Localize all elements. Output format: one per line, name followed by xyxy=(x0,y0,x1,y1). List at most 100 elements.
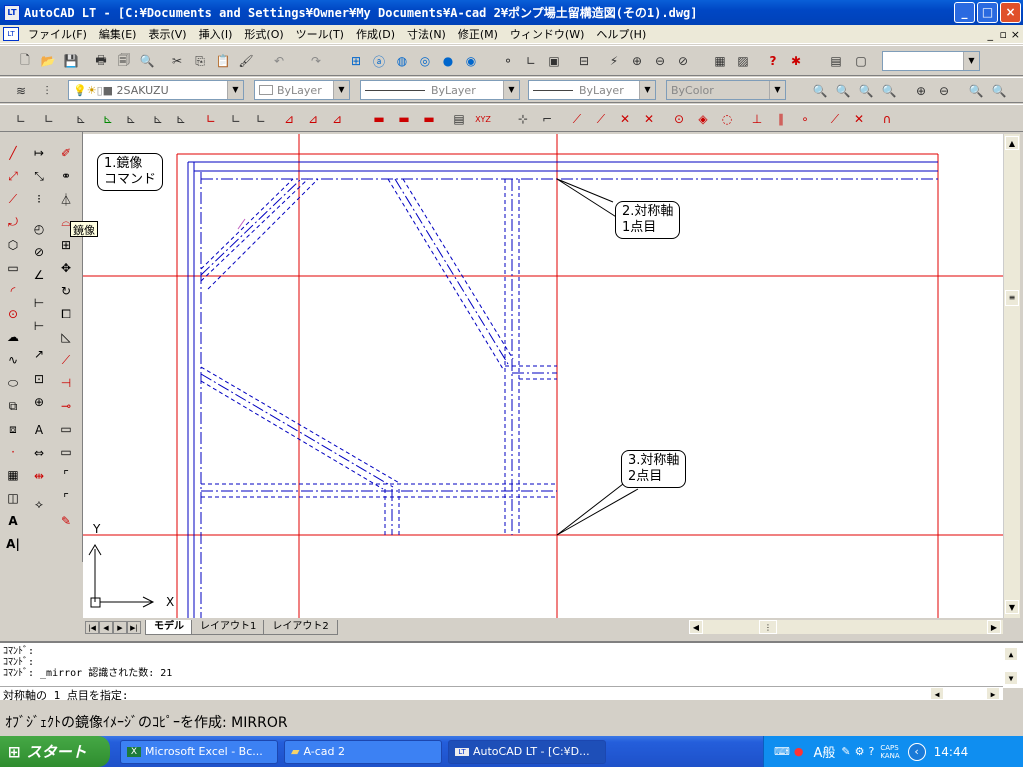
angular-dim-icon[interactable]: ∠ xyxy=(28,264,50,286)
task-excel[interactable]: X Microsoft Excel - Bc... xyxy=(120,739,278,764)
menu-format[interactable]: 形式(O) xyxy=(238,26,289,42)
menu-dimension[interactable]: 寸法(N) xyxy=(401,26,452,42)
osnap-tangent-icon[interactable]: ◌ xyxy=(716,108,738,130)
cmd-hscroll-left-button[interactable]: ◀ xyxy=(930,687,944,700)
dim-leader-icon[interactable]: ∟ xyxy=(250,108,272,130)
maximize-button[interactable]: □ xyxy=(977,2,998,23)
zoom-in-icon[interactable]: ⊕ xyxy=(910,80,932,102)
zoom-realtime-icon-2[interactable]: 🔍 xyxy=(809,80,831,102)
hyperlink-icon[interactable]: ◎ xyxy=(414,50,436,72)
cut-icon[interactable]: ✂ xyxy=(166,50,188,72)
linear-dim-icon[interactable]: ↦ xyxy=(28,142,50,164)
menu-view[interactable]: 表示(V) xyxy=(142,26,192,42)
view-combo[interactable]: ▼ xyxy=(882,51,980,71)
circle-icon[interactable]: ⊙ xyxy=(2,303,24,325)
tab-last-button[interactable]: ▶| xyxy=(127,620,141,634)
layer-previous-icon[interactable]: ⫶ xyxy=(36,80,58,102)
dim-update-side-icon[interactable]: ⇹ xyxy=(28,465,50,487)
zoom-out-icon[interactable]: ⊖ xyxy=(933,80,955,102)
zoom-extents-icon[interactable]: 🔍 xyxy=(988,80,1010,102)
print-icon[interactable]: 🖶 xyxy=(90,50,112,72)
osnap-quadrant-icon[interactable]: ◈ xyxy=(692,108,714,130)
calculator-icon[interactable]: ▦ xyxy=(709,50,731,72)
preview-icon[interactable]: 🗐 xyxy=(113,50,135,72)
menu-edit[interactable]: 編集(E) xyxy=(93,26,143,42)
palette-icon[interactable]: ▨ xyxy=(732,50,754,72)
scale-icon[interactable]: ⧠ xyxy=(55,303,77,325)
trim-icon[interactable]: ⊣ xyxy=(55,372,77,394)
erase-icon[interactable]: ✐ xyxy=(55,142,77,164)
extend-icon[interactable]: ⊸ xyxy=(55,395,77,417)
scroll-down-button[interactable]: ▼ xyxy=(1005,600,1019,614)
stretch-icon[interactable]: ◺ xyxy=(55,326,77,348)
spline-icon[interactable]: ∿ xyxy=(2,349,24,371)
osnap-parallel-icon[interactable]: ∥ xyxy=(770,108,792,130)
break-icon[interactable]: ▭ xyxy=(55,418,77,440)
make-block-icon[interactable]: ⧈ xyxy=(2,418,24,440)
region-icon[interactable]: ◫ xyxy=(2,487,24,509)
web-icon[interactable]: ⓐ xyxy=(368,50,390,72)
rectangle-icon[interactable]: ▭ xyxy=(2,257,24,279)
dim-radius-icon[interactable]: ⊾ xyxy=(97,108,119,130)
etransmit-icon[interactable]: ◉ xyxy=(460,50,482,72)
dim-baseline-icon[interactable]: ∟ xyxy=(200,108,222,130)
osnap-from-icon[interactable]: ⌐ xyxy=(536,108,558,130)
dim-diameter-icon[interactable]: ⊾ xyxy=(120,108,142,130)
dim-style-icon[interactable]: ▬ xyxy=(393,108,415,130)
menu-help[interactable]: ヘルプ(H) xyxy=(590,26,652,42)
cmd-hscroll-right-button[interactable]: ▶ xyxy=(986,687,1000,700)
plotstyle-combo[interactable]: ByColor ▼ xyxy=(666,80,786,100)
explode-icon[interactable]: ✎ xyxy=(55,510,77,532)
cmd-scroll-down-button[interactable]: ▼ xyxy=(1004,671,1018,685)
autocad-app-icon[interactable]: LT xyxy=(4,4,20,21)
diameter-dim-icon[interactable]: ⊘ xyxy=(28,241,50,263)
text-icon[interactable]: ▤ xyxy=(448,108,470,130)
menu-tools[interactable]: ツール(T) xyxy=(290,26,350,42)
dim-angular-icon[interactable]: ⊾ xyxy=(147,108,169,130)
paste-icon[interactable]: 📋 xyxy=(212,50,234,72)
revcloud-icon[interactable]: ☁ xyxy=(2,326,24,348)
properties-icon[interactable]: ⊟ xyxy=(573,50,595,72)
copy-object-icon[interactable]: ⚭ xyxy=(55,165,77,187)
zoom-scale-icon[interactable]: 🔍 xyxy=(878,80,900,102)
undo-icon[interactable]: ↶ xyxy=(268,50,290,72)
zoom-realtime-icon[interactable]: ⊘ xyxy=(672,50,694,72)
lineweight-combo[interactable]: ByLayer ▼ xyxy=(528,80,656,100)
chamfer-icon[interactable]: ⌜ xyxy=(55,464,77,486)
task-folder[interactable]: ▰ A-cad 2 xyxy=(284,739,442,764)
scroll-up-button[interactable]: ▲ xyxy=(1005,136,1019,150)
find-icon[interactable]: 🔍 xyxy=(136,50,158,72)
layer-combo[interactable]: 💡 ☀ ▯ ■ 2SAKUZU ▼ xyxy=(68,80,244,100)
radius-dim-icon[interactable]: ◴ xyxy=(28,218,50,240)
dim-text-edit-icon[interactable]: ⇔ xyxy=(28,442,50,464)
close-button[interactable]: × xyxy=(1000,2,1021,23)
osnap-apparent-icon[interactable]: ✕ xyxy=(638,108,660,130)
help-icon[interactable]: ? xyxy=(762,50,784,72)
zoom-icon[interactable]: ▣ xyxy=(543,50,565,72)
hatch-icon[interactable]: ▦ xyxy=(2,464,24,486)
snap-icon[interactable]: ⚬ xyxy=(497,50,519,72)
ordinate-dim-icon[interactable]: ⁝ xyxy=(28,188,50,210)
globe-icon[interactable]: ◍ xyxy=(391,50,413,72)
linetype-combo[interactable]: ByLayer ▼ xyxy=(360,80,520,100)
baseline-dim-icon[interactable]: ⊢ xyxy=(28,315,50,337)
move-icon[interactable]: ✥ xyxy=(55,257,77,279)
menu-insert[interactable]: 挿入(I) xyxy=(193,26,239,42)
aligned-dim-icon[interactable]: ⤡ xyxy=(28,165,50,187)
mtext-icon[interactable]: A xyxy=(2,510,24,532)
tab-prev-button[interactable]: ◀ xyxy=(99,620,113,634)
open-icon[interactable]: 📂 xyxy=(37,50,59,72)
zoom-window-icon-2[interactable]: 🔍 xyxy=(832,80,854,102)
zoom-previous-icon[interactable]: ⊖ xyxy=(649,50,671,72)
dim-edit-icon[interactable]: ⊿ xyxy=(326,108,348,130)
dim-aligned-icon[interactable]: ∟ xyxy=(38,108,60,130)
mirror-icon[interactable]: ⏃ xyxy=(55,188,77,210)
match-properties-icon[interactable]: 🖌 xyxy=(235,50,257,72)
document-icon[interactable]: LT xyxy=(3,27,19,41)
dim-update-icon[interactable]: ▬ xyxy=(418,108,440,130)
cmd-scroll-up-button[interactable]: ▲ xyxy=(1004,647,1018,661)
line-icon[interactable]: ╱ xyxy=(2,142,24,164)
tab-next-button[interactable]: ▶ xyxy=(113,620,127,634)
menu-file[interactable]: ファイル(F) xyxy=(22,26,93,42)
polygon-icon[interactable]: ⤾ xyxy=(2,211,24,233)
